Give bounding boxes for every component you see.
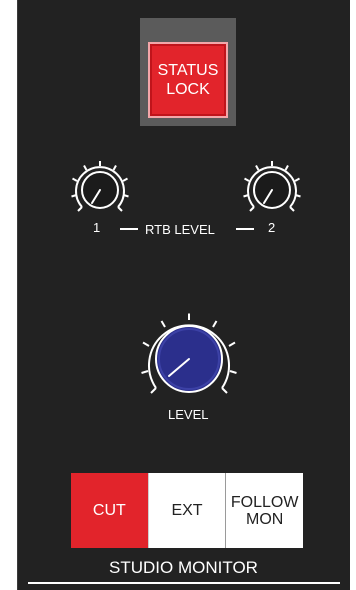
follow-mon-button[interactable]: FOLLOW MON: [225, 473, 304, 548]
rtb-label-line-right: [236, 228, 254, 230]
cut-button-label: CUT: [92, 502, 126, 519]
follow-mon-label-line1: FOLLOW: [230, 493, 299, 511]
ext-button[interactable]: EXT: [147, 473, 226, 548]
status-lock-button[interactable]: STATUS LOCK: [148, 42, 228, 118]
cut-button[interactable]: CUT: [71, 473, 148, 548]
rtb-level-label: RTB LEVEL: [145, 222, 215, 237]
rtb-label-line-left: [120, 228, 138, 230]
level-label: LEVEL: [168, 407, 209, 422]
monitor-source-buttons: CUT EXT FOLLOW MON: [71, 473, 304, 548]
studio-monitor-title: STUDIO MONITOR: [109, 558, 258, 577]
rtb-level-knob-2[interactable]: [240, 158, 304, 222]
level-knob[interactable]: [134, 309, 244, 401]
ext-button-label: EXT: [171, 502, 203, 519]
status-lock-label-line1: STATUS: [157, 62, 219, 79]
rtb-level-knob-1[interactable]: [68, 158, 132, 222]
rtb-knob-2-label: 2: [268, 220, 276, 235]
follow-mon-label-line2: MON: [246, 510, 284, 528]
status-lock-label-line2: LOCK: [166, 81, 210, 98]
rtb-knob-1-label: 1: [93, 220, 101, 235]
panel-edge: [17, 0, 18, 590]
bottom-divider: [28, 582, 340, 584]
